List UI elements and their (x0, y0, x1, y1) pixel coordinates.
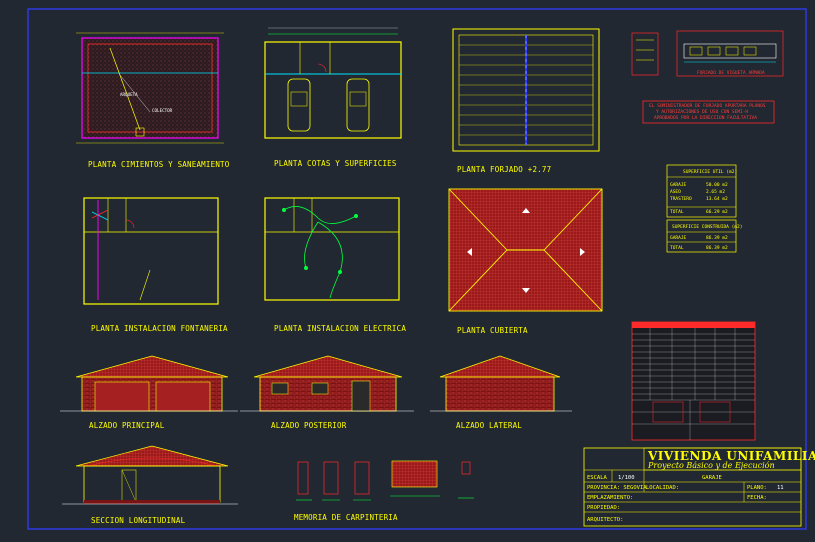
elevation-side (430, 355, 572, 412)
surface-title: SUPERFICIE UTIL (m2) (683, 169, 737, 175)
plan-foundations: ARQUETA COLECTOR (76, 32, 224, 144)
note-line-2: Y AUTORIZACIONES DE USO CON SEMI-H (656, 109, 748, 115)
plano-value: 11 (777, 485, 784, 491)
elevation-rear (240, 355, 414, 412)
label-forjado: PLANTA FORJADO +2.77 (457, 165, 551, 174)
surface-row-3-value: 13.64 m2 (706, 196, 728, 202)
surface-row-1-label: GARAJE (670, 182, 687, 188)
svg-text:COLECTOR: COLECTOR (152, 108, 173, 113)
detail-caption: FORJADO DE VIGUETA ARMADA (697, 70, 765, 76)
plano-label: PLANO: (747, 485, 767, 491)
arquitecto-label: ARQUITECTO: (587, 517, 623, 523)
slab-detail (631, 30, 784, 77)
plan-electrical (264, 197, 400, 301)
label-seccion: SECCION LONGITUDINAL (91, 516, 186, 525)
label-cubierta: PLANTA CUBIERTA (457, 326, 528, 335)
surface-row-1-value: 50.00 m2 (706, 182, 728, 188)
provincia-label: PROVINCIA: SEGOVIA (587, 485, 647, 491)
emplazamiento-label: EMPLAZAMIENTO: (587, 495, 633, 501)
note-line-1: EL SUMINISTRADOR DE FORJADO APORTARA PLA… (649, 103, 766, 109)
garaje-label: GARAJE (702, 475, 722, 481)
surface2-row-2-label: TOTAL (670, 245, 684, 251)
label-electrica: PLANTA INSTALACION ELECTRICA (274, 324, 406, 333)
surface-row-2-value: 2.65 m2 (706, 189, 725, 195)
svg-text:ARQUETA: ARQUETA (120, 92, 138, 97)
surface-row-2-label: ASEO (670, 189, 681, 195)
surface2-row-1-value: 86.39 m2 (706, 235, 728, 241)
scale-value: 1/100 (618, 475, 635, 481)
label-alzado-posterior: ALZADO POSTERIOR (271, 421, 347, 430)
label-alzado-lateral: ALZADO LATERAL (456, 421, 522, 430)
section-longitudinal (62, 445, 238, 505)
elevation-front (60, 355, 238, 412)
plan-dimensions (264, 27, 402, 139)
surface-row-4-value: 66.29 m2 (706, 209, 728, 215)
label-alzado-principal: ALZADO PRINCIPAL (89, 421, 165, 430)
label-cimientos: PLANTA CIMIENTOS Y SANEAMIENTO (88, 160, 230, 169)
label-fontaneria: PLANTA INSTALACION FONTANERIA (91, 324, 228, 333)
surface-row-4-label: TOTAL (670, 209, 684, 215)
plan-roof (448, 188, 603, 312)
cad-drawing-sheet: ARQUETA COLECTOR PLANTA CIMIENTOS Y SANE… (27, 8, 815, 530)
plan-plumbing (83, 197, 219, 305)
note-line-3: APROBADOS POR LA DIRECCION FACULTATIVA (654, 115, 757, 121)
title-block-subtitle: Proyecto Básico y de Ejecución (647, 461, 775, 470)
propiedad-label: PROPIEDAD: (587, 505, 620, 511)
scale-label: ESCALA (587, 475, 608, 481)
carpentry-details (296, 460, 474, 501)
plan-slab (452, 28, 600, 152)
fecha-label: FECHA: (747, 495, 767, 501)
label-carpinteria: MEMORIA DE CARPINTERIA (294, 513, 398, 522)
surface2-row-1-label: GARAJE (670, 235, 687, 241)
specs-table (631, 321, 756, 441)
surface2-row-2-value: 86.39 m2 (706, 245, 728, 251)
label-cotas: PLANTA COTAS Y SUPERFICIES (274, 159, 397, 168)
surface-title-2: SUPERFICIE CONSTRUIDA (m2) (672, 224, 742, 230)
surface-row-3-label: TRASTERO (670, 196, 692, 202)
localidad-label: LOCALIDAD: (646, 485, 679, 491)
